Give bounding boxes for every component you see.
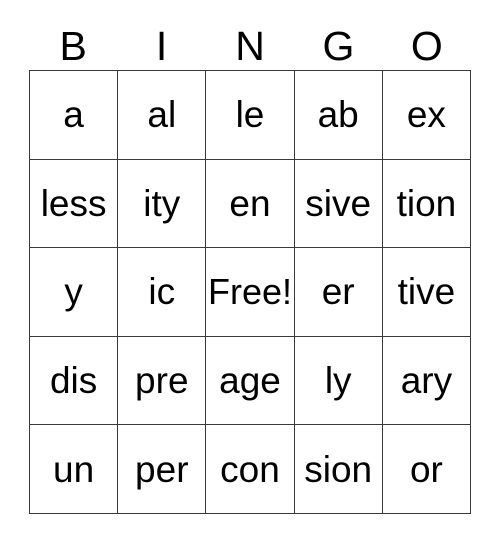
bingo-cell-r3c1[interactable]: y bbox=[30, 248, 119, 337]
bingo-cell-label: ab bbox=[317, 94, 359, 136]
bingo-cell-r4c3[interactable]: age bbox=[206, 336, 295, 426]
bingo-cell-label: ary bbox=[400, 360, 453, 402]
bingo-column-header-g: G bbox=[322, 22, 355, 69]
bingo-cell-label: un bbox=[53, 448, 95, 490]
bingo-cell-r5c2[interactable]: per bbox=[118, 425, 207, 514]
bingo-cell-label: sive bbox=[305, 182, 372, 224]
bingo-free-space-label: Free! bbox=[207, 270, 292, 312]
bingo-cell-label: ex bbox=[406, 94, 446, 136]
bingo-cell-r2c5[interactable]: tion bbox=[382, 159, 471, 249]
bingo-cell-free-space[interactable]: Free! bbox=[206, 248, 295, 337]
bingo-cell-r2c2[interactable]: ity bbox=[118, 159, 207, 249]
bingo-cell-r1c2[interactable]: al bbox=[118, 71, 207, 160]
bingo-cell-label: a bbox=[63, 94, 84, 136]
bingo-cell-r1c5[interactable]: ex bbox=[382, 71, 471, 160]
bingo-cell-label: age bbox=[219, 360, 281, 402]
bingo-cell-label: per bbox=[135, 448, 189, 490]
bingo-cell-r2c3[interactable]: en bbox=[206, 159, 295, 249]
bingo-cell-r2c1[interactable]: less bbox=[30, 159, 119, 249]
bingo-card: B I N G O a al le ab ex less ity en sive… bbox=[0, 0, 500, 544]
bingo-cell-r4c1[interactable]: dis bbox=[30, 336, 119, 426]
bingo-cell-label: y bbox=[64, 271, 83, 313]
bingo-cell-label: en bbox=[229, 182, 271, 224]
bingo-cell-label: ly bbox=[324, 360, 352, 402]
bingo-cell-r3c5[interactable]: tive bbox=[382, 248, 471, 337]
bingo-cell-r3c4[interactable]: er bbox=[294, 248, 383, 337]
bingo-cell-label: sion bbox=[304, 448, 373, 490]
bingo-column-header-n: N bbox=[235, 22, 265, 69]
bingo-cell-r5c1[interactable]: un bbox=[30, 425, 119, 514]
bingo-cell-label: less bbox=[40, 182, 107, 224]
bingo-cell-r2c4[interactable]: sive bbox=[294, 159, 383, 249]
bingo-cell-r4c4[interactable]: ly bbox=[294, 336, 383, 426]
bingo-header-row: B I N G O bbox=[29, 22, 471, 70]
bingo-cell-label: ic bbox=[148, 271, 176, 313]
bingo-cell-label: con bbox=[220, 448, 280, 490]
bingo-cell-label: pre bbox=[135, 360, 189, 402]
bingo-cell-label: dis bbox=[49, 360, 98, 402]
bingo-cell-label: tion bbox=[396, 182, 457, 224]
bingo-cell-label: or bbox=[409, 448, 443, 490]
bingo-cell-r3c2[interactable]: ic bbox=[118, 248, 207, 337]
bingo-grid: a al le ab ex less ity en sive tion y ic… bbox=[29, 70, 471, 514]
bingo-cell-r1c1[interactable]: a bbox=[30, 71, 119, 160]
bingo-cell-r5c5[interactable]: or bbox=[382, 425, 471, 514]
bingo-column-header-i: I bbox=[155, 22, 168, 69]
bingo-cell-label: al bbox=[147, 94, 177, 136]
bingo-cell-label: le bbox=[235, 94, 265, 136]
bingo-cell-r1c3[interactable]: le bbox=[206, 71, 295, 160]
bingo-cell-r5c3[interactable]: con bbox=[206, 425, 295, 514]
bingo-cell-label: er bbox=[321, 271, 355, 313]
bingo-column-header-o: O bbox=[410, 22, 443, 69]
bingo-cell-label: ity bbox=[143, 182, 181, 224]
bingo-cell-r5c4[interactable]: sion bbox=[294, 425, 383, 514]
bingo-cell-r4c5[interactable]: ary bbox=[382, 336, 471, 426]
bingo-column-header-b: B bbox=[59, 22, 87, 69]
bingo-cell-r1c4[interactable]: ab bbox=[294, 71, 383, 160]
bingo-cell-r4c2[interactable]: pre bbox=[118, 336, 207, 426]
bingo-cell-label: tive bbox=[397, 271, 456, 313]
